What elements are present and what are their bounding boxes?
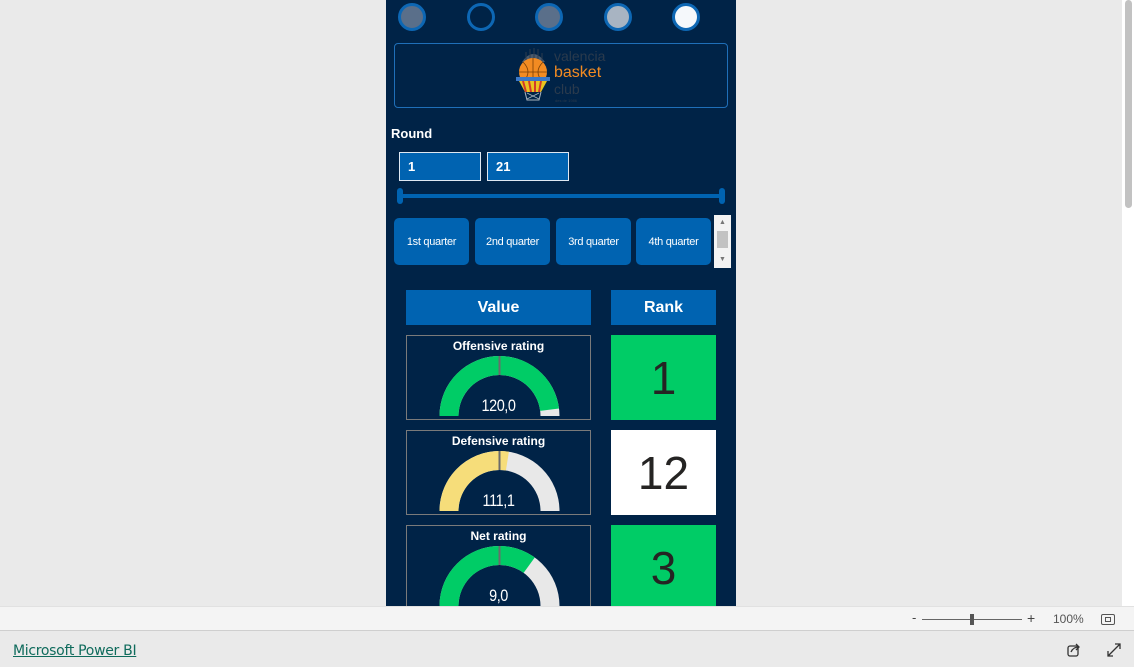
page-nav-dot-5[interactable]	[672, 3, 700, 31]
share-icon[interactable]	[1066, 642, 1082, 658]
gauge-offensive-rating[interactable]: Offensive rating 120,0	[406, 335, 591, 420]
scroll-thumb[interactable]	[717, 231, 728, 248]
svg-text:club: club	[554, 81, 580, 97]
power-bi-link[interactable]: Microsoft Power BI	[13, 643, 137, 659]
round-filter-label: Round	[391, 126, 433, 141]
round-from-input[interactable]: 1	[399, 152, 481, 181]
fit-to-page-icon[interactable]	[1101, 614, 1115, 625]
round-slider-min-handle[interactable]	[397, 188, 403, 204]
quarter-button-3[interactable]: 3rd quarter	[556, 218, 631, 265]
page-scrollbar[interactable]	[1122, 0, 1134, 606]
zoom-in-button[interactable]: +	[1027, 610, 1035, 626]
footer-bar: Microsoft Power BI	[0, 631, 1134, 667]
zoom-bar: - + 100%	[0, 606, 1134, 631]
page-nav-dot-4[interactable]	[604, 3, 632, 31]
gauge-value: 9,0	[489, 586, 508, 605]
round-slider-track[interactable]	[400, 194, 722, 198]
rank-defensive-rating[interactable]: 12	[611, 430, 716, 515]
svg-text:basket: basket	[554, 64, 602, 81]
quarter-slicer-scrollbar[interactable]: ▲ ▼	[714, 215, 731, 268]
svg-text:valencia: valencia	[554, 48, 606, 64]
scroll-down-icon[interactable]: ▼	[714, 254, 731, 266]
round-slider-max-handle[interactable]	[719, 188, 725, 204]
zoom-slider-handle[interactable]	[970, 614, 974, 625]
team-logo-card: valencia basket club des de 1986	[394, 43, 728, 108]
quarter-button-1[interactable]: 1st quarter	[394, 218, 469, 265]
gauge-net-rating[interactable]: Net rating 9,0	[406, 525, 591, 606]
page-nav-dot-1[interactable]	[398, 3, 426, 31]
quarter-button-4[interactable]: 4th quarter	[636, 218, 711, 265]
round-to-input[interactable]: 21	[487, 152, 569, 181]
rank-net-rating[interactable]: 3	[611, 525, 716, 606]
fullscreen-icon[interactable]	[1106, 642, 1122, 658]
rank-offensive-rating[interactable]: 1	[611, 335, 716, 420]
scroll-up-icon[interactable]: ▲	[714, 217, 731, 229]
report-canvas: valencia basket club des de 1986 Round 1…	[0, 0, 1122, 606]
quarter-button-2[interactable]: 2nd quarter	[475, 218, 550, 265]
gauge-value: 111,1	[482, 491, 515, 510]
page-scroll-thumb[interactable]	[1125, 0, 1132, 208]
zoom-level: 100%	[1053, 612, 1084, 626]
svg-text:des de 1986: des de 1986	[555, 98, 578, 103]
zoom-out-button[interactable]: -	[912, 610, 916, 625]
value-column-header: Value	[406, 290, 591, 325]
page-nav-dot-2[interactable]	[467, 3, 495, 31]
rank-column-header: Rank	[611, 290, 716, 325]
gauge-defensive-rating[interactable]: Defensive rating 111,1	[406, 430, 591, 515]
team-logo-icon: valencia basket club des de 1986	[516, 48, 606, 103]
gauge-value: 120,0	[481, 396, 516, 415]
report-page: valencia basket club des de 1986 Round 1…	[386, 0, 736, 606]
page-nav-dot-3[interactable]	[535, 3, 563, 31]
